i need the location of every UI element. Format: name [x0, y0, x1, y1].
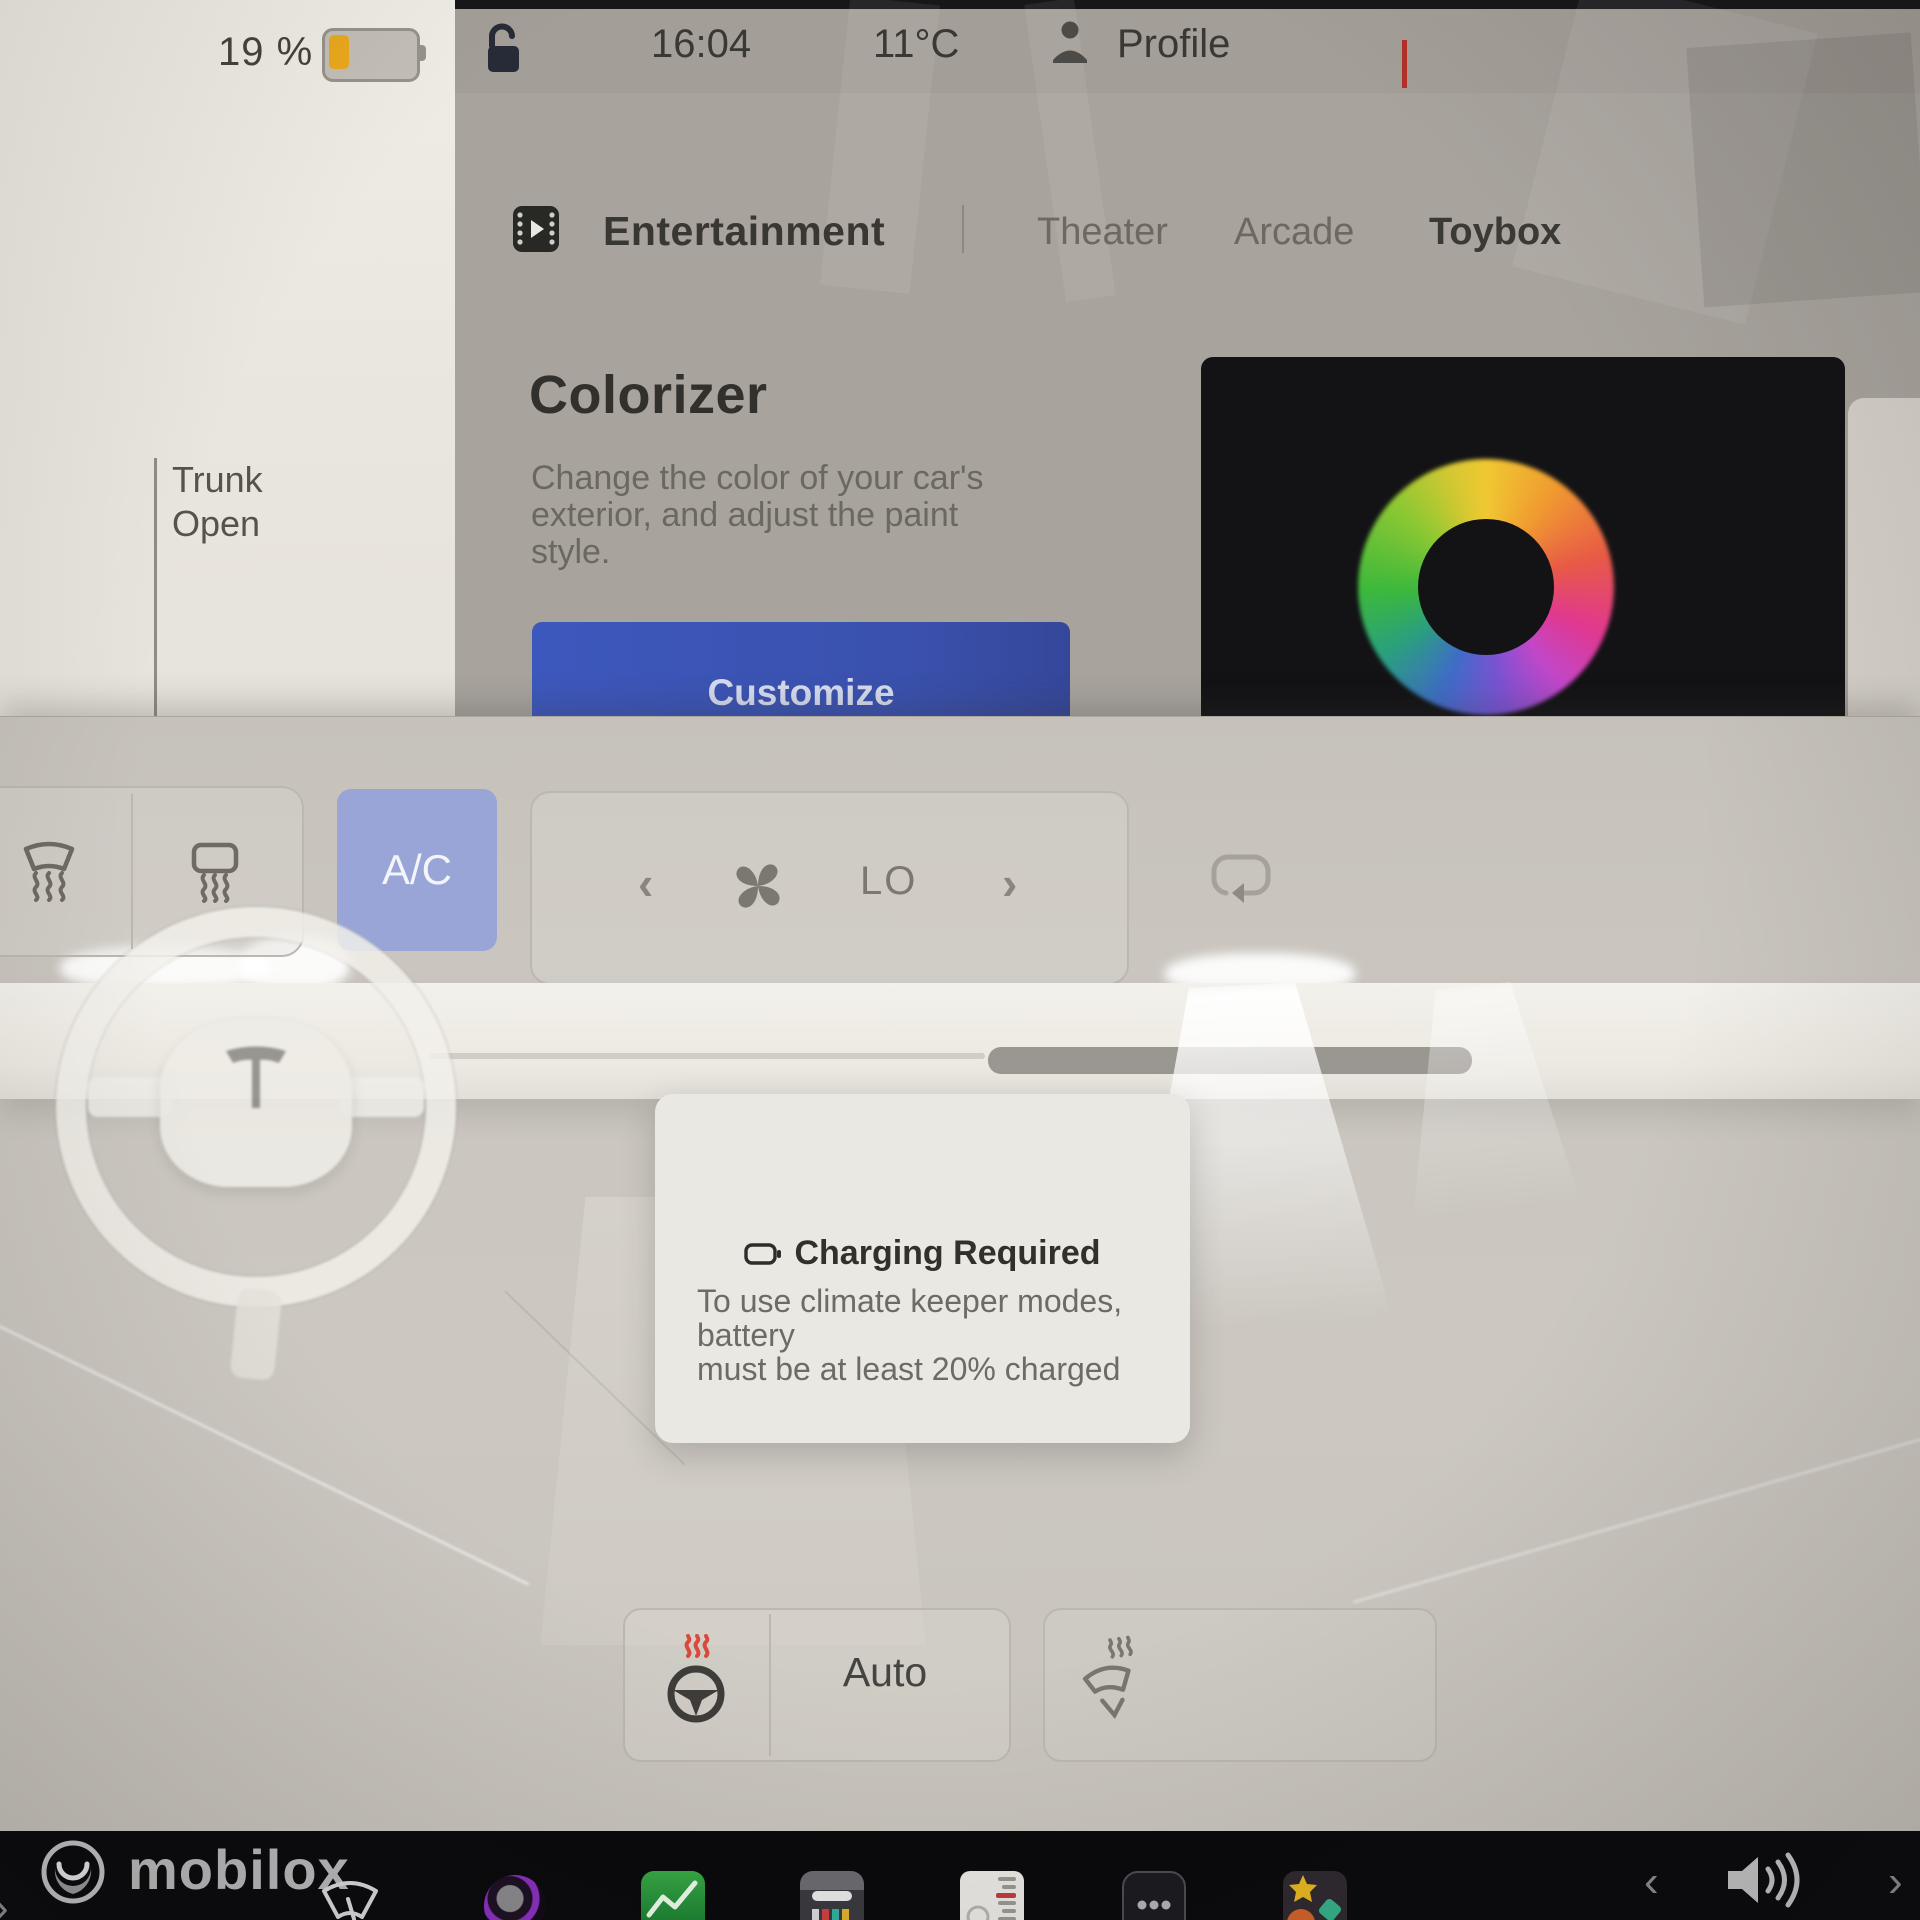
tab-toybox[interactable]: Toybox — [1429, 211, 1561, 254]
open-word: Open — [172, 502, 263, 546]
wiper-app-icon[interactable] — [318, 1873, 382, 1920]
trunk-word: Trunk — [172, 458, 263, 502]
photo-shadow — [1686, 32, 1920, 307]
recirculation-button[interactable] — [1208, 849, 1274, 910]
battery-icon[interactable] — [322, 28, 420, 82]
customize-button[interactable]: Customize — [532, 622, 1070, 716]
steering-column — [229, 1287, 282, 1381]
unlock-icon[interactable] — [482, 22, 530, 81]
next-card-edge[interactable] — [1848, 398, 1920, 716]
battery-nub — [420, 45, 426, 61]
battery-warning-icon — [744, 1243, 782, 1265]
profile-icon[interactable] — [1049, 18, 1091, 69]
volume-icon[interactable] — [1722, 1849, 1804, 1916]
fan-speed-value: LO — [860, 859, 917, 904]
tuner-app-icon[interactable] — [960, 1871, 1024, 1920]
fan-speed-down-button[interactable]: ‹ — [638, 856, 653, 910]
rear-defrost-button[interactable] — [182, 839, 248, 908]
mobilox-logo-icon — [41, 1840, 105, 1909]
colorizer-title: Colorizer — [529, 364, 768, 426]
dialog-title: Charging Required — [794, 1234, 1100, 1273]
tesla-logo-icon — [224, 1045, 288, 1122]
hood-crease — [1353, 1413, 1920, 1603]
media-player-icon[interactable] — [484, 1875, 546, 1920]
trunk-outline-line — [154, 458, 157, 716]
entertainment-pane: 16:04 11°C Profile Entertainment Theater… — [455, 0, 1920, 716]
colorizer-preview-image — [1201, 357, 1845, 716]
description-line: Change the color of your car's — [531, 460, 984, 497]
more-apps-icon[interactable] — [1122, 1871, 1186, 1920]
mobilox-wordmark: mobilox — [128, 1837, 350, 1902]
radio-app-icon[interactable] — [800, 1871, 864, 1920]
auto-climate-button[interactable]: Auto — [623, 1649, 1007, 1696]
entertainment-header[interactable]: Entertainment — [603, 208, 885, 255]
header-divider — [962, 205, 964, 253]
battery-percent-label[interactable]: 19 % — [218, 30, 313, 75]
fan-speed-up-button[interactable]: › — [1002, 856, 1017, 910]
car-status-pane: 19 % Trunk Open — [0, 0, 455, 716]
outside-temperature[interactable]: 11°C — [873, 22, 959, 67]
description-line: exterior, and adjust the paint — [531, 497, 984, 534]
dialog-body: To use climate keeper modes, battery mus… — [697, 1284, 1157, 1386]
trunk-open-status[interactable]: Trunk Open — [172, 458, 263, 546]
profile-label[interactable]: Profile — [1117, 22, 1230, 67]
description-line: style. — [531, 534, 984, 571]
auto-label: Auto — [843, 1649, 927, 1695]
steering-wheel-render — [48, 899, 468, 1329]
next-chevron-icon[interactable]: › — [1888, 1857, 1903, 1907]
tesla-screen-photo: 16:04 11°C Profile Entertainment Theater… — [0, 0, 1920, 1920]
fan-speed-group: ‹ LO › — [530, 791, 1129, 985]
tab-theater[interactable]: Theater — [1037, 211, 1168, 254]
steering-spoke-right — [340, 1077, 424, 1117]
red-artifact-mark — [1402, 40, 1407, 88]
entertainment-icon — [513, 206, 559, 252]
color-wheel-center — [1418, 519, 1554, 655]
dialog-body-line: must be at least 20% charged — [697, 1352, 1157, 1386]
dialog-title-row: Charging Required — [655, 1234, 1190, 1273]
tab-arcade[interactable]: Arcade — [1234, 211, 1354, 254]
charging-required-dialog: Charging Required To use climate keeper … — [655, 1094, 1190, 1443]
game-app-icon[interactable] — [1283, 1871, 1347, 1920]
front-defrost-button[interactable] — [16, 839, 82, 908]
dialog-body-line: To use climate keeper modes, battery — [697, 1284, 1157, 1352]
fan-icon — [724, 851, 792, 926]
stocks-app-icon[interactable] — [641, 1871, 705, 1920]
clock: 16:04 — [651, 22, 751, 67]
colorizer-description: Change the color of your car's exterior,… — [531, 460, 984, 571]
customize-button-label: Customize — [707, 672, 894, 714]
wiper-heat-button[interactable] — [1078, 1637, 1148, 1734]
battery-fill — [329, 35, 349, 69]
edge-chevron-icon[interactable]: › — [0, 1883, 9, 1920]
host-taskbar: › mobilox — [0, 1831, 1920, 1920]
ac-button-label: A/C — [382, 846, 452, 894]
climate-panel: A/C ‹ LO › — [0, 716, 1920, 1832]
prev-chevron-icon[interactable]: ‹ — [1644, 1857, 1659, 1907]
dash-seam — [430, 1053, 985, 1059]
